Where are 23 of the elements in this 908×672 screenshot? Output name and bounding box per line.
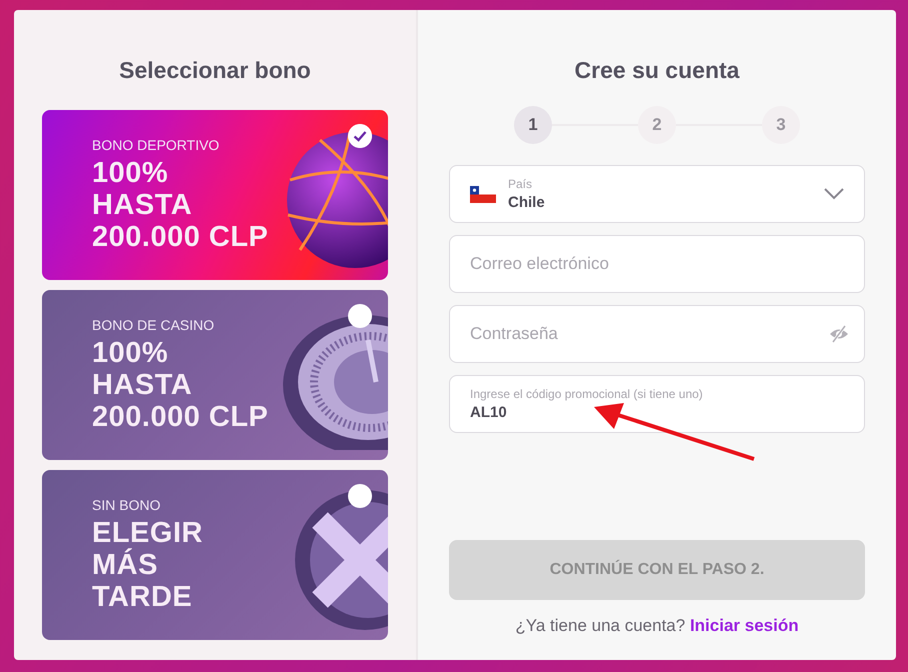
bonus-category: SIN BONO bbox=[92, 497, 162, 513]
login-prompt: ¿Ya tiene una cuenta? Iniciar sesión bbox=[515, 616, 799, 636]
panel-title: Cree su cuenta bbox=[574, 56, 740, 84]
promo-code-field[interactable]: Ingrese el código promocional (si tiene uno) AL10 bbox=[449, 375, 865, 433]
bonus-card[interactable]: BONO DEPORTIVO 100% HASTA 200.000 CLP bbox=[42, 110, 388, 280]
country-select[interactable]: País Chile bbox=[449, 165, 865, 223]
bonus-card[interactable]: BONO DE CASINO 100% HASTA 200.000 CLP bbox=[42, 290, 388, 460]
step-indicator: 3 bbox=[762, 106, 800, 144]
eye-slash-icon[interactable] bbox=[829, 325, 849, 343]
bonus-category: BONO DEPORTIVO bbox=[92, 137, 220, 153]
flag-icon bbox=[470, 186, 496, 202]
bonus-card[interactable]: SIN BONO ELEGIR MÁS TARDE bbox=[42, 470, 388, 640]
email-field[interactable]: Correo electrónico bbox=[449, 235, 865, 293]
bonus-headline: 100% HASTA 200.000 CLP bbox=[92, 337, 268, 433]
step-indicator: 1 bbox=[514, 106, 552, 144]
bonus-category: BONO DE CASINO bbox=[92, 317, 216, 333]
password-field[interactable]: Contraseña bbox=[449, 305, 865, 363]
panel-title: Seleccionar bono bbox=[119, 56, 311, 84]
chevron-down-icon bbox=[824, 188, 844, 200]
step-indicator: 2 bbox=[638, 106, 676, 144]
bonus-headline: ELEGIR MÁS TARDE bbox=[92, 517, 203, 613]
login-link[interactable]: Iniciar sesión bbox=[690, 616, 799, 635]
bonus-headline: 100% HASTA 200.000 CLP bbox=[92, 157, 268, 253]
